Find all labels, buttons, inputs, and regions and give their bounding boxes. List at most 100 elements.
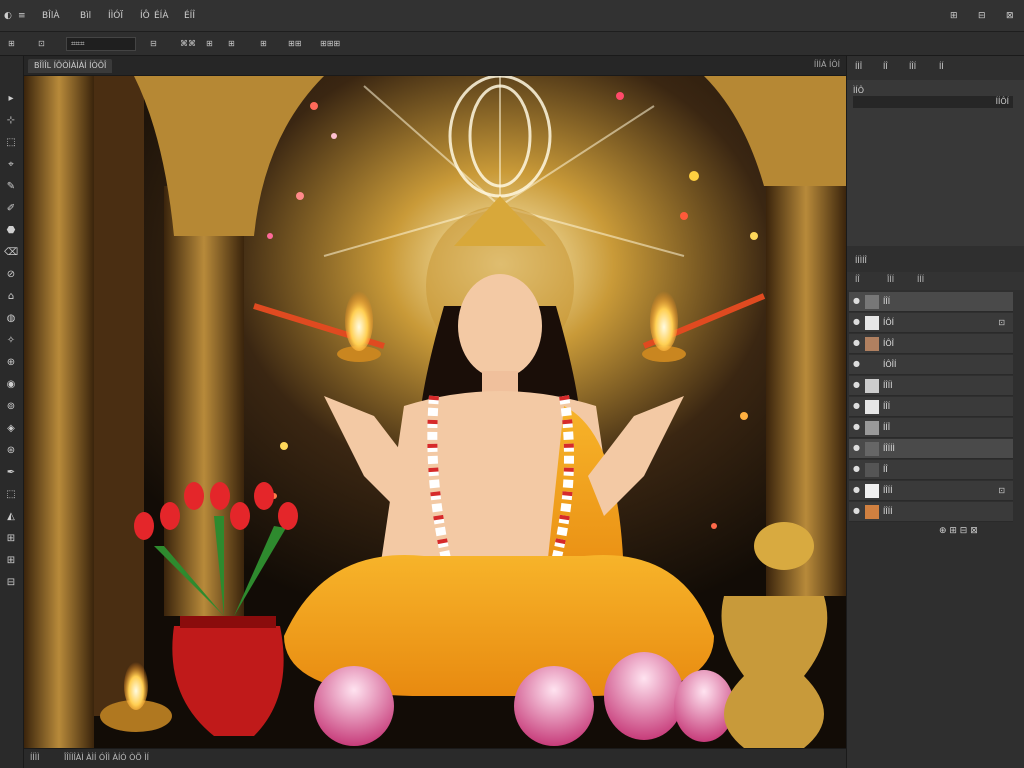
option-icon[interactable]: ⊞⊞⊞ (320, 37, 340, 51)
panel-tab[interactable]: ÍÍ (939, 62, 944, 71)
tool-icon[interactable]: ⊛ (4, 444, 18, 458)
visibility-eye-icon[interactable]: ● (853, 402, 861, 410)
tool-icon[interactable]: ⊚ (4, 400, 18, 414)
layer-row[interactable]: ● ÍÎÍ (849, 292, 1013, 312)
option-icon[interactable]: ⊟ (150, 37, 157, 51)
document-tab[interactable]: BÎÌÎL ÍÔÒÌÀÌÀÍ ÍÒÔÎ (28, 59, 113, 73)
workspace-icon[interactable]: ≡ (18, 9, 26, 23)
menu-filter[interactable]: ÉÍÎ (184, 9, 195, 23)
option-icon[interactable]: ⊞ (206, 37, 213, 51)
properties-field[interactable]: ÍÍÔÍ (853, 96, 1013, 108)
layers-filter-tab[interactable]: ÍÍÍ (917, 275, 924, 284)
canvas-area[interactable] (24, 74, 846, 748)
tool-icon[interactable]: ◉ (4, 378, 18, 392)
tool-icon[interactable]: ◭ (4, 510, 18, 524)
properties-field-value: ÍÍÔÍ (995, 97, 1009, 106)
tool-icon[interactable]: ⬚ (4, 488, 18, 502)
visibility-eye-icon[interactable]: ● (853, 423, 861, 431)
tool-icon[interactable]: ⊞ (4, 554, 18, 568)
layer-thumbnail (865, 295, 879, 309)
visibility-eye-icon[interactable]: ● (853, 444, 861, 452)
minimize-icon[interactable]: ⊞ (950, 9, 958, 23)
layer-row[interactable]: ● ÍÎÍÍ ⊡ (849, 481, 1013, 501)
tools-panel: ▸ ⊹ ⬚ ⌖ ✎ ✐ ⬣ ⌫ ⊘ ⌂ ◍ ✧ ⊕ ◉ ⊚ ◈ ⊛ ✒ ⬚ ◭ ⊞ ⊞ ⊟ (0, 56, 24, 768)
layer-row[interactable]: ● ÍÎÍÍÌ (849, 439, 1013, 459)
tool-icon[interactable]: ⊞ (4, 532, 18, 546)
layer-row[interactable]: ● ÍÎÍ (849, 397, 1013, 417)
layer-row[interactable]: ● ÍÔÎ (849, 334, 1013, 354)
panel-tab[interactable]: ÍÎ (883, 62, 888, 71)
tool-icon[interactable]: ▸ (4, 92, 18, 106)
menu-select[interactable]: ÉÍÀ (154, 9, 169, 23)
visibility-eye-icon[interactable]: ● (853, 318, 861, 326)
visibility-eye-icon[interactable]: ● (853, 339, 861, 347)
tool-icon[interactable]: ⌂ (4, 290, 18, 304)
visibility-eye-icon[interactable]: ● (853, 381, 861, 389)
tool-icon[interactable]: ⬚ (4, 136, 18, 150)
layers-footer-icons[interactable]: ⊕ ⊞ ⊟ ⊠ (939, 526, 978, 536)
close-icon[interactable]: ⊠ (1006, 9, 1014, 23)
layer-thumbnail (865, 505, 879, 519)
maximize-icon[interactable]: ⊟ (978, 9, 986, 23)
tool-icon[interactable]: ⌫ (4, 246, 18, 260)
option-icon[interactable]: ⌘⌘ (180, 37, 196, 51)
layer-row[interactable]: ● ÍÎ (849, 460, 1013, 480)
visibility-eye-icon[interactable]: ● (853, 486, 861, 494)
tool-icon[interactable]: ⊘ (4, 268, 18, 282)
layer-row[interactable]: ● ÍÎÍÌ (849, 376, 1013, 396)
face (458, 274, 542, 378)
layers-toolbar: ÍÎ ÎÍÍ ÍÍÍ (847, 272, 1024, 290)
option-icon[interactable]: ⊞ (260, 37, 267, 51)
tool-icon[interactable]: ✧ (4, 334, 18, 348)
zoom-level[interactable]: ÍÍÌÌ (30, 753, 39, 762)
tool-icon[interactable]: ✎ (4, 180, 18, 194)
left-pillar-shadow (94, 76, 144, 716)
panel-tab[interactable]: ÍÌÎ (855, 62, 862, 71)
layers-filter-tab[interactable]: ÎÍÍ (887, 275, 894, 284)
option-icon[interactable]: ⊡ (38, 37, 45, 51)
tool-icon[interactable]: ⊕ (4, 356, 18, 370)
layer-row[interactable]: ● ÍÍÎ (849, 418, 1013, 438)
tool-icon[interactable]: ⊟ (4, 576, 18, 590)
right-panels: ÍÌÎ ÍÎ ÍÎÍ ÍÍ ÌÍÔ ÍÍÔÍ ÍÍÌÍÎ ÍÎ ÎÍÍ ÍÍÍ … (846, 56, 1024, 768)
panel-tabs: ÍÌÎ ÍÎ ÍÎÍ ÍÍ (847, 60, 1024, 76)
visibility-eye-icon[interactable]: ● (853, 297, 861, 305)
layer-row[interactable]: ● ÍÔÎÍ (849, 355, 1013, 375)
visibility-eye-icon[interactable]: ● (853, 465, 861, 473)
layer-row[interactable]: ● ÍÔÍ ⊡ (849, 313, 1013, 333)
options-bar: ⊞ ⊡ ⌗⌗⌗ ⊟ ⌘⌘ ⊞ ⊞ ⊞ ⊞⊞ ⊞⊞⊞ (0, 32, 1024, 56)
panel-tab[interactable]: ÍÎÍ (909, 62, 916, 71)
menu-edit[interactable]: Bìl (80, 9, 91, 23)
menu-file[interactable]: BÎlÀ (42, 9, 60, 23)
app-logo-icon[interactable]: ◐ (4, 9, 12, 23)
layer-thumbnail (865, 379, 879, 393)
layer-name: ÍÎÍÍ (883, 507, 893, 516)
layer-name: ÍÎÍ (883, 297, 891, 306)
tool-icon[interactable]: ⌖ (4, 158, 18, 172)
tool-icon[interactable]: ✒ (4, 466, 18, 480)
tool-icon[interactable]: ✐ (4, 202, 18, 216)
layer-thumbnail (865, 358, 879, 372)
option-field[interactable]: ⌗⌗⌗ (66, 37, 136, 51)
option-icon[interactable]: ⊞ (228, 37, 235, 51)
visibility-eye-icon[interactable]: ● (853, 360, 861, 368)
left-pillar-inner (164, 186, 244, 616)
layer-name: ÍÎÍÍ (883, 486, 893, 495)
left-pillar-outer (24, 76, 94, 748)
menu-layer[interactable]: ÍÔ (140, 9, 150, 23)
option-icon[interactable]: ⊞⊞ (288, 37, 301, 51)
tool-icon[interactable]: ⊹ (4, 114, 18, 128)
layers-filter-tab[interactable]: ÍÎ (855, 275, 860, 284)
layer-row[interactable]: ● ÍÎÍÍ (849, 502, 1013, 522)
tool-icon[interactable]: ◈ (4, 422, 18, 436)
tool-icon[interactable]: ⬣ (4, 224, 18, 238)
properties-panel: ÌÍÔ ÍÍÔÍ (847, 80, 1024, 246)
canvas-artwork[interactable] (24, 74, 846, 748)
layers-header: ÍÍÌÍÎ (847, 252, 1024, 272)
menu-image[interactable]: ÍÌÓÏ (108, 9, 123, 23)
visibility-eye-icon[interactable]: ● (853, 507, 861, 515)
tool-preset-icon[interactable]: ⊞ (8, 37, 15, 51)
layer-name: ÍÍÎ (883, 423, 891, 432)
layer-name: ÍÎÍÌ (883, 381, 893, 390)
tool-icon[interactable]: ◍ (4, 312, 18, 326)
